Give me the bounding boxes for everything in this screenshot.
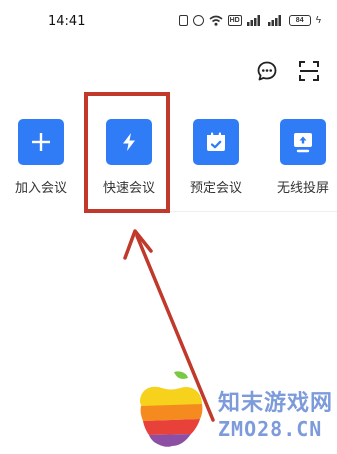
schedule-meeting-button[interactable]: 预定会议 (177, 119, 255, 196)
join-meeting-tile[interactable] (18, 119, 64, 165)
watermark-domain: ZMO28.CN (218, 417, 323, 441)
wireless-cast-button[interactable]: 无线投屏 (264, 119, 337, 196)
join-meeting-label: 加入会议 (14, 180, 67, 195)
calendar-check-icon (207, 132, 225, 151)
status-icons: HD 84 ϟ (178, 13, 321, 27)
status-time: 14:41 (48, 14, 86, 29)
charging-icon: ϟ (315, 14, 321, 26)
screen-cast-icon (294, 133, 312, 153)
wifi-icon (209, 15, 223, 26)
nfc-icon (178, 14, 188, 26)
schedule-meeting-tile[interactable] (193, 119, 239, 165)
watermark-name: 知末游戏网 (218, 390, 334, 415)
chat-bubble-icon[interactable] (256, 60, 278, 82)
battery-icon: 84 (288, 14, 311, 26)
signal-icon (267, 14, 281, 26)
hd-icon: HD (227, 14, 242, 26)
watermark-logo (140, 371, 203, 447)
status-bar: 14:41 HD 84 ϟ (0, 0, 337, 40)
annotation-highlight-box (84, 92, 170, 213)
scan-icon[interactable] (298, 60, 320, 82)
join-meeting-button[interactable]: 加入会议 (2, 119, 80, 196)
alarm-icon (192, 14, 204, 26)
plus-icon (32, 133, 50, 151)
wireless-cast-label: 无线投屏 (276, 180, 329, 195)
wireless-cast-tile[interactable] (280, 119, 326, 165)
signal-icon (246, 14, 260, 26)
schedule-meeting-label: 预定会议 (189, 180, 242, 195)
